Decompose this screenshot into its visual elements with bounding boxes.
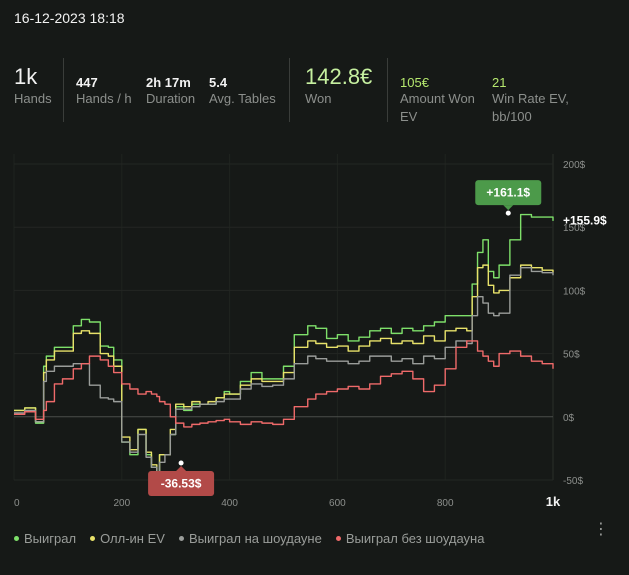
stat-won-value: 142.8€ bbox=[305, 64, 373, 89]
stat-tables-label: Avg. Tables bbox=[209, 91, 276, 106]
legend-dot-icon bbox=[14, 536, 19, 541]
stat-hph-value: 447 bbox=[76, 75, 98, 90]
y-tick-label: 50$ bbox=[563, 350, 580, 361]
x-tick-label: 600 bbox=[329, 498, 346, 509]
y-tick-label: 100$ bbox=[563, 286, 586, 297]
legend-dot-icon bbox=[335, 536, 341, 541]
legend-item[interactable]: Олл-ин EV bbox=[90, 531, 165, 546]
stat-duration-value: 2h 17m bbox=[146, 75, 191, 90]
x-tick-label: 0 bbox=[14, 498, 20, 509]
session-date: 16-12-2023 18:18 bbox=[14, 10, 125, 26]
stat-ev-value: 105€ bbox=[400, 75, 429, 90]
legend-label: Олл-ин EV bbox=[100, 531, 165, 546]
chart-panel[interactable]: 200$ 150$ 100$ 50$ 0$ -50$ 0 200 400 600 800 1k +161… bbox=[0, 150, 629, 520]
y-tick-label: 0$ bbox=[563, 413, 575, 424]
stat-winrate-value: 21 bbox=[492, 75, 507, 90]
stat-hph-label: Hands / h bbox=[76, 91, 132, 106]
more-vertical-icon[interactable]: ⋮ bbox=[593, 522, 609, 538]
chart-legend: Выиграл Олл-ин EV Выиграл на шоудауне Выигр… bbox=[14, 531, 484, 546]
stat-won-label: Won bbox=[305, 91, 332, 106]
annotation-point bbox=[178, 460, 184, 466]
stats-divider bbox=[387, 58, 388, 122]
stat-duration-label: Duration bbox=[146, 91, 196, 106]
legend-dot-icon bbox=[90, 536, 96, 541]
annotation-point bbox=[505, 210, 511, 216]
legend-label: Выиграл без шоудауна bbox=[345, 531, 485, 546]
stat-hands-label: Hands bbox=[14, 91, 52, 106]
stat-hands-value: 1k bbox=[14, 64, 38, 89]
stat-duration: 2h 17m Duration bbox=[146, 75, 195, 108]
legend-item[interactable]: Выиграл без шоудауна bbox=[335, 531, 485, 546]
stat-tables-value: 5.4 bbox=[209, 75, 228, 90]
stat-amount-won-ev: 105€ Amount Won EV bbox=[400, 75, 486, 126]
x-tick-label: 400 bbox=[221, 498, 238, 509]
stats-divider bbox=[63, 58, 64, 122]
legend-dot-icon bbox=[178, 536, 184, 541]
legend-label: Выиграл bbox=[24, 531, 77, 546]
legend-item[interactable]: Выиграл bbox=[14, 531, 76, 546]
x-tick-label: 1k bbox=[546, 494, 561, 509]
stat-avg-tables: 5.4 Avg. Tables bbox=[209, 75, 276, 108]
profit-chart[interactable]: 200$150$100$50$0$-50$0 200 400 600 800 1k+161… bbox=[0, 150, 629, 520]
annotation-label: +161.1$ bbox=[486, 186, 530, 200]
legend-label: Выиграл на шоудауне bbox=[188, 531, 322, 546]
y-tick-label: 200$ bbox=[563, 160, 586, 171]
legend-item[interactable]: Выиграл на шоудауне bbox=[178, 531, 322, 546]
stat-winrate-label: Win Rate EV, bb/100 bbox=[492, 91, 569, 124]
stat-hands-per-hour: 447 Hands / h bbox=[76, 75, 132, 108]
stat-won: 142.8€ Won bbox=[305, 64, 372, 108]
end-value-label: +155.9$ bbox=[563, 214, 607, 228]
x-tick-label: 800 bbox=[437, 498, 454, 509]
stats-divider bbox=[289, 58, 290, 122]
x-tick-label: 200 bbox=[113, 498, 130, 509]
annotation-label: -36.53$ bbox=[161, 476, 202, 490]
stat-hands: 1k Hands bbox=[14, 64, 52, 108]
y-tick-label: -50$ bbox=[563, 476, 583, 487]
stat-win-rate-ev: 21 Win Rate EV, bb/100 bbox=[492, 75, 582, 126]
chart-background bbox=[0, 150, 629, 520]
stat-ev-label: Amount Won EV bbox=[400, 91, 475, 124]
